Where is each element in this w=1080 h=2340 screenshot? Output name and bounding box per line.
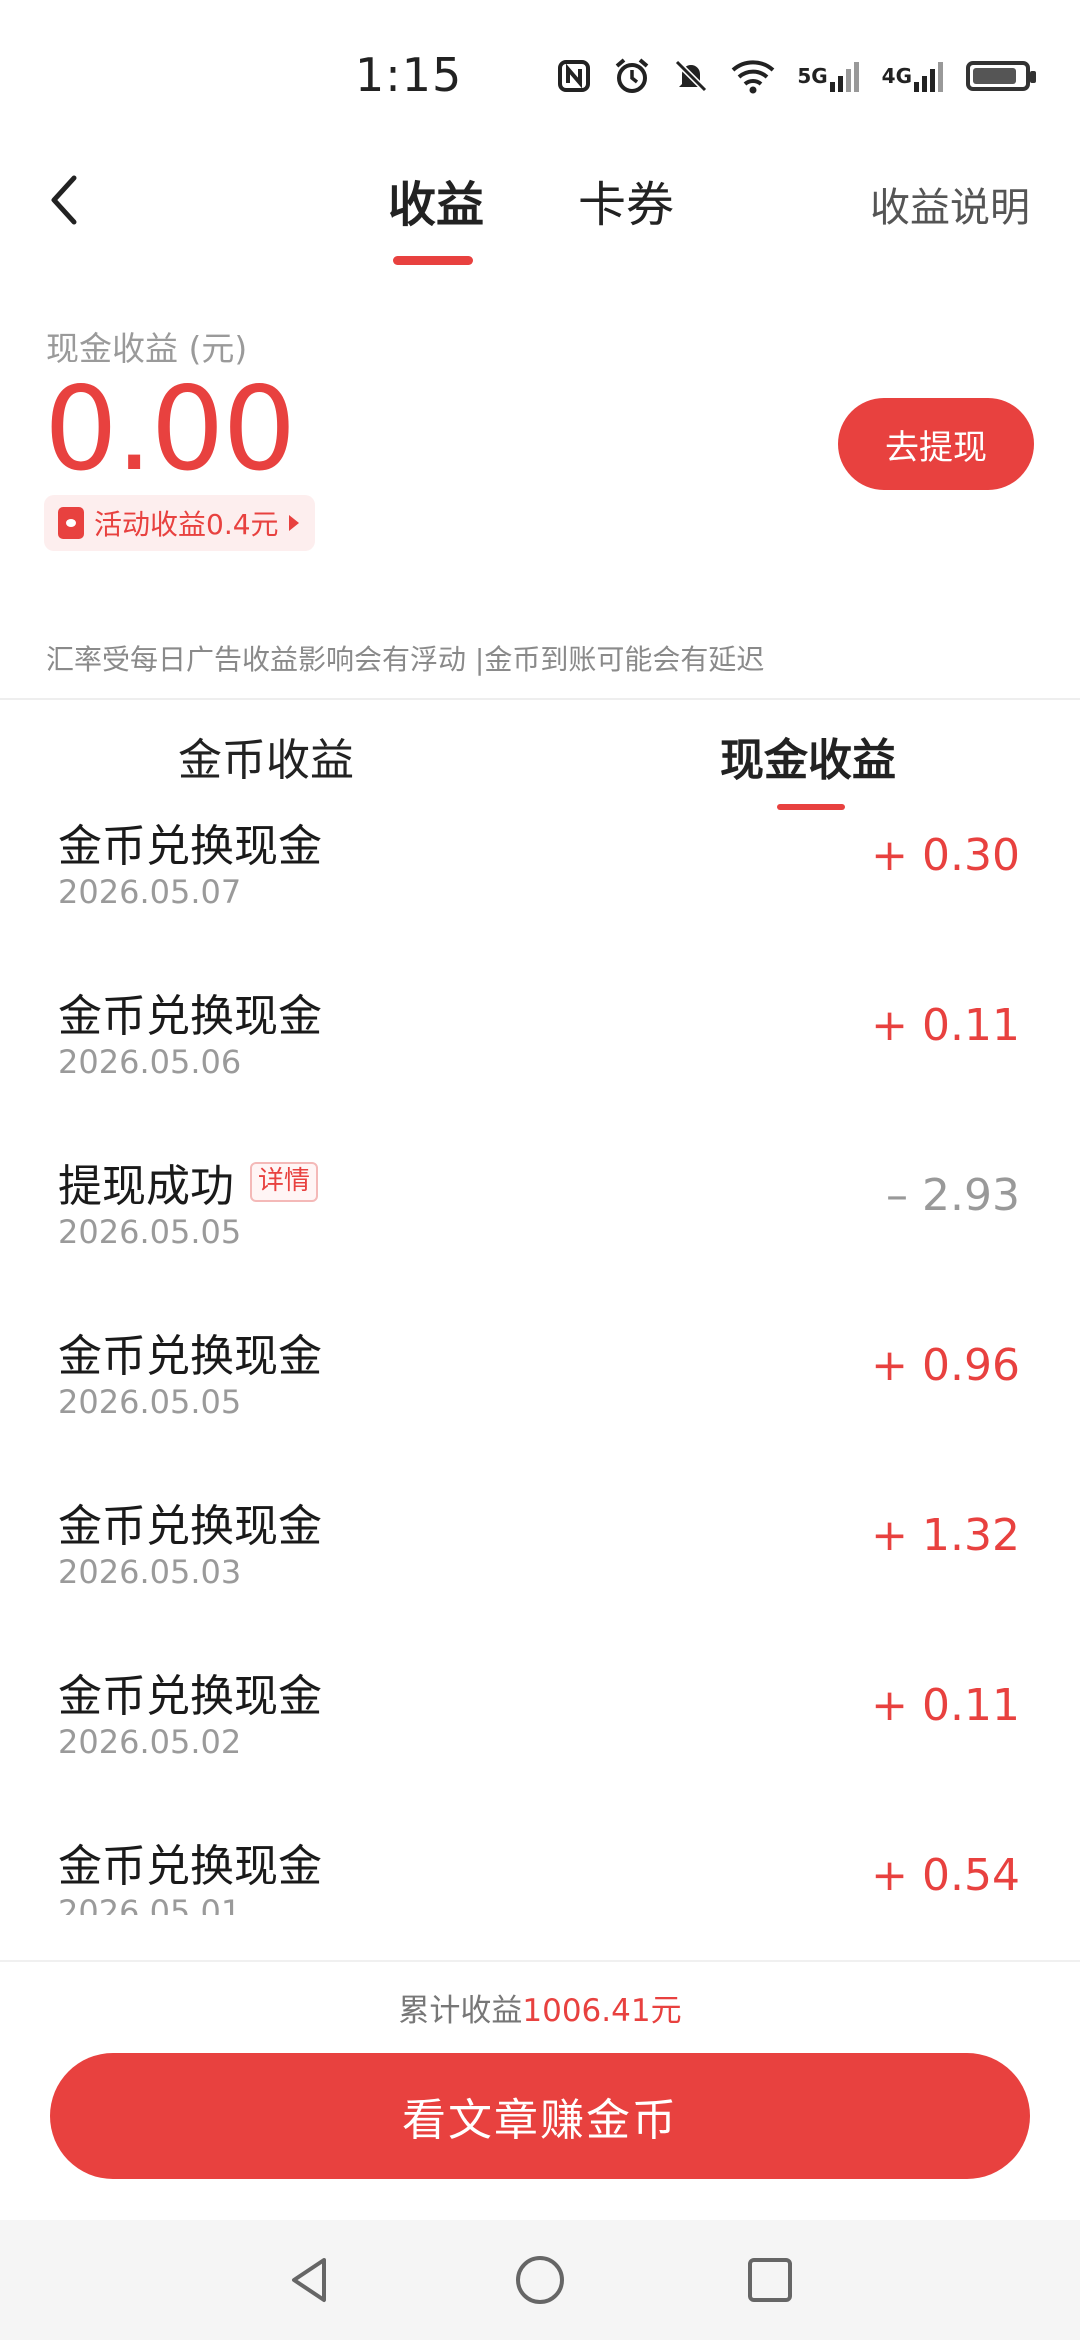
record-amount: + 0.54: [871, 1850, 1020, 1901]
record-amount: + 0.11: [871, 1680, 1020, 1731]
record-date: 2026.05.05: [58, 1383, 242, 1421]
signal-4g-label: 4G: [881, 64, 912, 88]
record-title: 金币兑换现金: [58, 980, 322, 1044]
record-date: 2026.05.01: [58, 1893, 242, 1915]
nav-home-icon: [516, 2256, 564, 2304]
list-item[interactable]: 金币兑换现金 2026.05.05 + 0.96: [0, 1320, 1080, 1490]
record-title: 提现成功 详情: [58, 1150, 319, 1214]
activity-income-text: 活动收益0.4元: [94, 508, 279, 541]
system-nav-bar: [0, 2220, 1080, 2340]
record-title-text: 金币兑换现金: [58, 1841, 322, 1892]
record-date: 2026.05.03: [58, 1553, 242, 1591]
battery-fill: [973, 68, 1016, 84]
tab-coupons[interactable]: 卡券: [578, 165, 674, 235]
record-amount: – 2.93: [886, 1170, 1020, 1221]
total-income-value: 1006.41元: [522, 1993, 682, 2029]
tab-coin-income[interactable]: 金币收益: [178, 724, 354, 788]
record-amount: + 0.30: [871, 830, 1020, 881]
section-divider: [0, 698, 1080, 700]
record-amount: + 0.11: [871, 1000, 1020, 1051]
record-title-text: 金币兑换现金: [58, 1501, 322, 1552]
list-item[interactable]: 金币兑换现金 2026.05.06 + 0.11: [0, 980, 1080, 1150]
list-item[interactable]: 金币兑换现金 2026.05.03 + 1.32: [0, 1490, 1080, 1660]
wifi-icon: [731, 56, 775, 96]
status-bar: 1:15 5G 4G: [0, 0, 1080, 150]
record-title-text: 金币兑换现金: [58, 821, 322, 872]
signal-4g-icon: 4G: [882, 56, 944, 96]
mute-icon: [673, 56, 709, 96]
total-income-label: 累计收益: [398, 1993, 523, 2029]
tab-cash-income[interactable]: 现金收益: [720, 724, 896, 788]
nav-recents-button[interactable]: [740, 2250, 800, 2310]
record-title-text: 提现成功: [58, 1161, 234, 1212]
list-item[interactable]: 金币兑换现金 2026.05.07 + 0.30: [0, 810, 1080, 980]
record-title: 金币兑换现金: [58, 1320, 322, 1384]
back-button[interactable]: [44, 170, 88, 230]
total-income: 累计收益1006.41元: [0, 1985, 1080, 2030]
chevron-right-icon: [288, 515, 299, 531]
alarm-icon: [613, 56, 651, 96]
list-item[interactable]: 金币兑换现金 2026.05.01 + 0.54: [0, 1830, 1080, 1915]
read-articles-earn-coins-button[interactable]: 看文章赚金币: [50, 2053, 1030, 2179]
record-amount: + 1.32: [871, 1510, 1020, 1561]
status-icons: 5G 4G: [557, 56, 1036, 96]
income-record-list[interactable]: 金币兑换现金 2026.05.07 + 0.30 金币兑换现金 2026.05.…: [0, 810, 1080, 1915]
nav-back-icon: [292, 2258, 326, 2302]
record-title-text: 金币兑换现金: [58, 991, 322, 1042]
record-date: 2026.05.02: [58, 1723, 242, 1761]
tab-income[interactable]: 收益: [388, 165, 484, 235]
record-amount: + 0.96: [871, 1340, 1020, 1391]
record-title: 金币兑换现金: [58, 810, 322, 874]
record-title: 金币兑换现金: [58, 1660, 322, 1724]
record-title-text: 金币兑换现金: [58, 1671, 322, 1722]
list-item[interactable]: 提现成功 详情 2026.05.05 – 2.93: [0, 1150, 1080, 1320]
active-tab-indicator: [393, 256, 473, 265]
record-date: 2026.05.06: [58, 1043, 242, 1081]
income-explanation-link[interactable]: 收益说明: [870, 175, 1030, 233]
list-item[interactable]: 金币兑换现金 2026.05.02 + 0.11: [0, 1660, 1080, 1830]
detail-tag[interactable]: 详情: [250, 1162, 319, 1202]
record-date: 2026.05.05: [58, 1213, 242, 1251]
nfc-icon: [557, 56, 591, 96]
record-date: 2026.05.07: [58, 873, 242, 911]
red-packet-icon: [58, 507, 84, 539]
record-title-text: 金币兑换现金: [58, 1331, 322, 1382]
signal-5g-label: 5G: [797, 64, 828, 88]
activity-income-badge[interactable]: 活动收益0.4元: [44, 495, 315, 551]
nav-back-button[interactable]: [280, 2250, 340, 2310]
signal-5g-icon: 5G: [797, 56, 859, 96]
battery-icon: [966, 56, 1036, 96]
footer-divider: [0, 1960, 1080, 1962]
exchange-rate-notice: 汇率受每日广告收益影响会有浮动 |金币到账可能会有延迟: [46, 643, 765, 676]
record-title: 金币兑换现金: [58, 1830, 322, 1894]
status-time: 1:15: [355, 48, 463, 102]
nav-home-button[interactable]: [510, 2250, 570, 2310]
record-title: 金币兑换现金: [58, 1490, 322, 1554]
back-icon: [51, 175, 77, 225]
cash-income-value: 0.00: [44, 362, 296, 497]
withdraw-button[interactable]: 去提现: [838, 398, 1034, 490]
nav-recents-icon: [748, 2258, 792, 2302]
